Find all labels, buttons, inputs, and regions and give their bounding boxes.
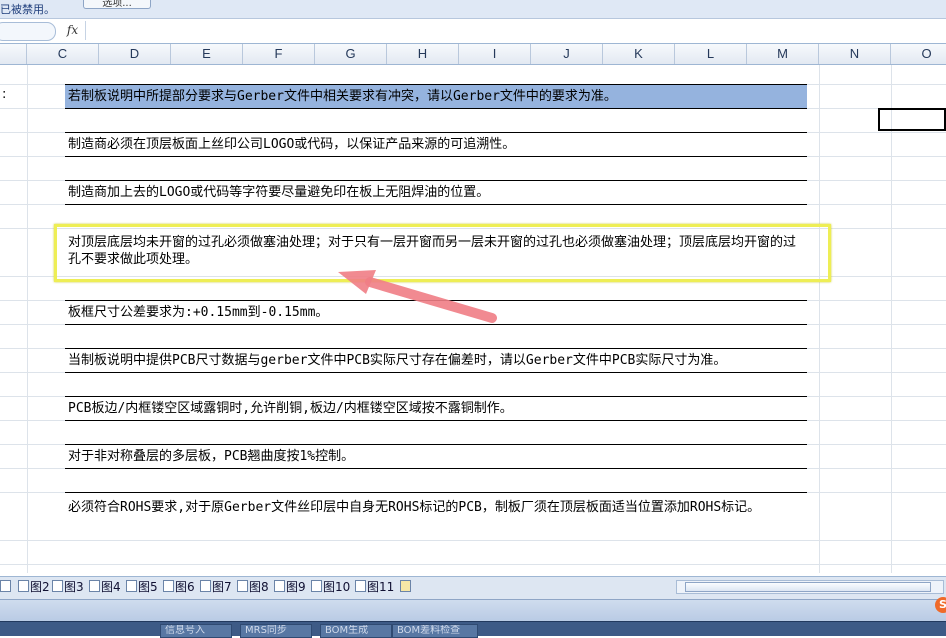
cell-requirement-2[interactable]: 制造商必须在顶层板面上丝印公司LOGO或代码，以保证产品来源的可追溯性。	[65, 133, 807, 156]
fx-icon[interactable]: fx	[60, 21, 86, 40]
sheet-tab[interactable]: 图4	[89, 579, 121, 596]
column-header[interactable]: I	[459, 44, 531, 64]
message-bar: 已被禁用。 选项...	[0, 0, 946, 19]
column-header[interactable]: K	[603, 44, 675, 64]
ime-icon[interactable]: S	[935, 597, 946, 613]
message-text: 已被禁用。	[0, 3, 55, 16]
sheet-tab-bar: 图2 图3 图4 图5 图6 图7 图8 图9 图10 图11	[0, 576, 946, 599]
taskbar-item[interactable]: BOM差料检查	[392, 624, 478, 638]
column-header[interactable]: L	[675, 44, 747, 64]
sheet-tab[interactable]: 图10	[311, 579, 350, 596]
column-header[interactable]: G	[315, 44, 387, 64]
scrollbar-thumb[interactable]	[685, 582, 931, 592]
annotation-arrow	[338, 270, 497, 323]
horizontal-scrollbar[interactable]	[676, 580, 944, 594]
column-header[interactable]: M	[747, 44, 819, 64]
cell-requirement-9[interactable]: 必须符合ROHS要求,对于原Gerber文件丝印层中自身无ROHS标记的PCB，…	[65, 493, 807, 537]
column-header[interactable]: E	[171, 44, 243, 64]
tab-scroll-left[interactable]	[0, 579, 12, 596]
status-bar	[0, 599, 946, 622]
options-button[interactable]: 选项...	[83, 0, 151, 9]
cell-requirement-1[interactable]: 若制板说明中所提部分要求与Gerber文件中相关要求有冲突，请以Gerber文件…	[65, 85, 807, 108]
insert-sheet-icon[interactable]	[400, 579, 412, 596]
sheet-tab[interactable]: 图6	[163, 579, 195, 596]
sheet-tab[interactable]: 图11	[355, 579, 394, 596]
column-header[interactable]: C	[27, 44, 99, 64]
cell-requirement-6[interactable]: 当制板说明中提供PCB尺寸数据与gerber文件中PCB实际尺寸存在偏差时，请以…	[65, 349, 807, 372]
row-label: :	[2, 87, 7, 102]
column-header[interactable]: F	[243, 44, 315, 64]
sheet-tab[interactable]: 图3	[52, 579, 84, 596]
sheet-tab[interactable]: 图2	[18, 579, 50, 596]
column-header[interactable]: H	[387, 44, 459, 64]
sheet-tab[interactable]: 图9	[274, 579, 306, 596]
cell-requirement-8[interactable]: 对于非对称叠层的多层板，PCB翘曲度按1%控制。	[65, 445, 807, 468]
cell-requirement-3[interactable]: 制造商加上去的LOGO或代码等字符要尽量避免印在板上无阻焊油的位置。	[65, 181, 807, 204]
name-box[interactable]	[0, 22, 56, 41]
cell-requirement-7[interactable]: PCB板边/内框镂空区域露铜时,允许削铜,板边/内框镂空区域按不露铜制作。	[65, 397, 807, 420]
taskbar-item[interactable]: MRS同步	[240, 624, 312, 638]
column-header[interactable]: J	[531, 44, 603, 64]
formula-input[interactable]	[86, 19, 946, 43]
active-cell-cursor	[878, 108, 946, 131]
sheet-tab[interactable]: 图7	[200, 579, 232, 596]
column-header-partial[interactable]	[0, 44, 27, 64]
taskbar-item[interactable]: 信息号入	[160, 624, 232, 638]
sheet-tab[interactable]: 图8	[237, 579, 269, 596]
column-headers: C D E F G H I J K L M N O	[0, 44, 946, 65]
column-header[interactable]: D	[99, 44, 171, 64]
taskbar-item[interactable]: BOM生成	[320, 624, 392, 638]
formula-bar: fx	[0, 19, 946, 44]
sheet-tab[interactable]: 图5	[126, 579, 158, 596]
column-header[interactable]: N	[819, 44, 891, 64]
column-header[interactable]: O	[891, 44, 946, 64]
taskbar: 信息号入 MRS同步 BOM生成 BOM差料检查	[0, 621, 946, 638]
